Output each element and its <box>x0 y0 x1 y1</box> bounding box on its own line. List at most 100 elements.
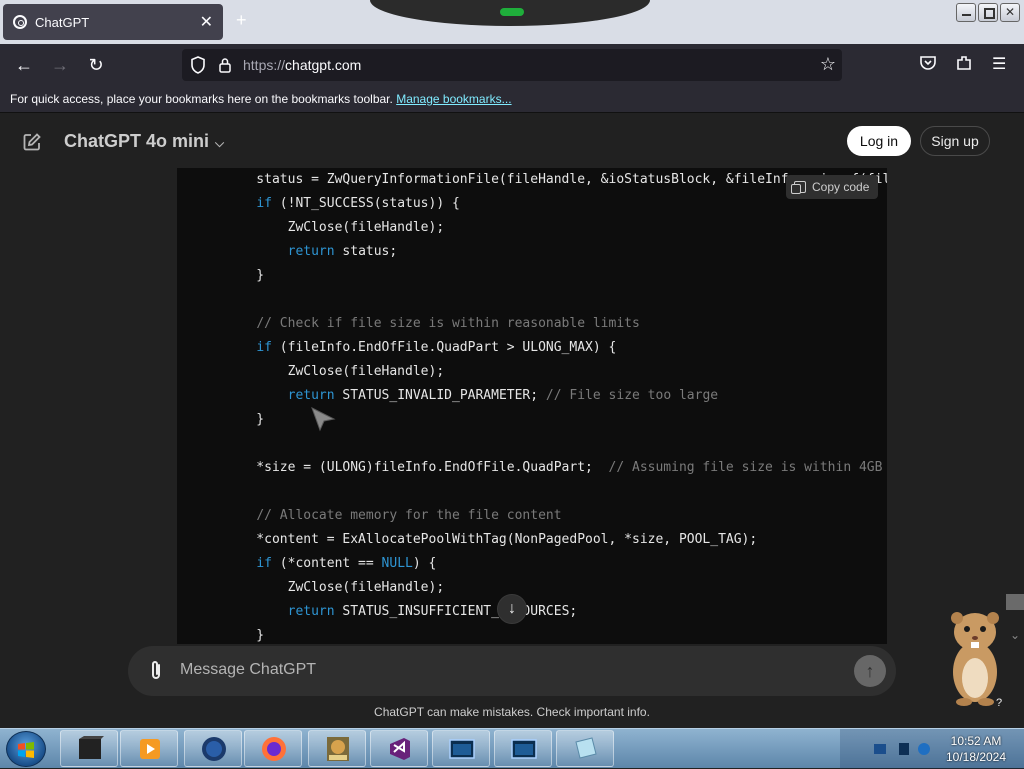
tab-close-icon[interactable]: ✕ <box>200 12 213 32</box>
code-text: status; <box>334 244 398 259</box>
extensions-icon[interactable] <box>955 54 973 72</box>
taskbar-game-box-app[interactable] <box>308 730 366 767</box>
start-button[interactable] <box>6 731 46 767</box>
back-arrow-icon[interactable]: ← <box>11 53 37 77</box>
model-selector[interactable]: ChatGPT 4o mini ⌵ <box>64 131 224 152</box>
code-line: return status; <box>225 240 887 264</box>
code-keyword: return <box>287 604 335 619</box>
browser-tab-strip: ChatGPT ✕ + <box>0 0 1024 44</box>
code-line: // Check if file size is within reasonab… <box>225 312 887 336</box>
code-line: return STATUS_INVALID_PARAMETER; // File… <box>225 384 887 408</box>
code-comment: // Allocate memory for the file content <box>256 508 562 523</box>
disclaimer-text: ChatGPT can make mistakes. Check importa… <box>374 705 650 719</box>
login-button[interactable]: Log in <box>847 126 911 156</box>
window-icon <box>449 739 475 759</box>
close-window-button[interactable] <box>1000 3 1020 22</box>
chevron-down-icon: ⌵ <box>215 136 225 150</box>
code-text: STATUS_INVALID_PARAMETER; <box>334 388 546 403</box>
bookmarks-hint: For quick access, place your bookmarks h… <box>10 92 393 106</box>
terminal-icon <box>79 736 104 759</box>
code-line: } <box>225 624 887 644</box>
code-text: (!NT_SUCCESS(status)) { <box>271 196 460 211</box>
mouse-cursor-icon <box>311 406 336 432</box>
reload-icon[interactable]: ↻ <box>83 53 109 77</box>
maximize-button[interactable] <box>978 3 998 22</box>
scroll-to-bottom-button[interactable]: ↓ <box>497 594 527 624</box>
navigation-toolbar: ← → ↻ https://chatgpt.com ☆ ☰ <box>0 44 1024 86</box>
browser-tab[interactable]: ChatGPT ✕ <box>3 4 223 40</box>
code-keyword: NULL <box>381 556 413 571</box>
taskbar-notes-app[interactable] <box>556 730 614 767</box>
taskbar-media-player-app[interactable] <box>120 730 178 767</box>
copy-code-button[interactable]: Copy code <box>786 175 878 199</box>
pocket-icon[interactable] <box>919 54 937 72</box>
windows-logo-icon <box>18 742 34 758</box>
volume-icon[interactable] <box>896 741 912 757</box>
window-controls <box>956 3 1020 22</box>
chatgpt-header: ChatGPT 4o mini ⌵ Log in Sign up <box>0 114 1024 168</box>
tracking-shield-icon[interactable] <box>190 56 206 74</box>
send-button[interactable]: ↑ <box>854 655 886 687</box>
message-composer: ↑ <box>128 646 896 696</box>
taskbar-clock[interactable]: 10:52 AM 10/18/2024 <box>936 733 1016 765</box>
minimize-button[interactable] <box>956 3 976 22</box>
action-center-icon[interactable] <box>916 741 932 757</box>
code-line: ZwClose(fileHandle); <box>225 576 887 600</box>
new-chat-icon[interactable] <box>22 132 42 152</box>
manage-bookmarks-link[interactable]: Manage bookmarks... <box>396 92 511 106</box>
network-icon[interactable] <box>872 741 888 757</box>
taskbar-globe-app[interactable] <box>184 730 242 767</box>
url-host: chatgpt.com <box>285 57 362 73</box>
media-player-icon <box>140 739 160 759</box>
code-line: // Allocate memory for the file content <box>225 504 887 528</box>
code-block: status = ZwQueryInformationFile(fileHand… <box>177 168 887 644</box>
code-text: *content = ExAllocatePoolWithTag(NonPage… <box>225 532 758 547</box>
code-keyword: if <box>256 556 272 571</box>
code-text: } <box>225 412 265 427</box>
page-scrollbar-thumb[interactable] <box>1006 594 1024 610</box>
firefox-icon <box>262 737 286 761</box>
code-text: ZwClose(fileHandle); <box>225 220 445 235</box>
bookmark-star-icon[interactable]: ☆ <box>820 54 836 75</box>
taskbar-window-app-1[interactable] <box>432 730 490 767</box>
notch-indicator <box>500 8 524 16</box>
code-line: ZwClose(fileHandle); <box>225 360 887 384</box>
visual-studio-icon <box>390 738 410 760</box>
taskbar-visual-studio-app[interactable] <box>370 730 428 767</box>
attach-icon[interactable] <box>146 659 166 683</box>
message-input[interactable] <box>180 661 840 679</box>
code-text: } <box>225 628 265 643</box>
code-comment: // File size too large <box>545 388 719 403</box>
code-line: ZwClose(fileHandle); <box>225 216 887 240</box>
hamster-mascot-icon[interactable] <box>942 604 1008 708</box>
code-text: } <box>225 268 265 283</box>
forward-arrow-icon[interactable]: → <box>47 53 73 77</box>
address-bar[interactable]: https://chatgpt.com ☆ <box>182 49 842 81</box>
lock-icon[interactable] <box>218 57 232 73</box>
url-scheme: https:// <box>243 57 286 73</box>
signup-button[interactable]: Sign up <box>920 126 990 156</box>
help-icon[interactable]: ? <box>996 697 1002 709</box>
new-tab-icon[interactable]: + <box>236 10 247 31</box>
taskbar-firefox-app[interactable] <box>244 730 302 767</box>
menu-icon[interactable]: ☰ <box>992 54 1006 74</box>
scroll-chevron-down-icon[interactable]: ⌄ <box>1010 628 1020 642</box>
chatgpt-favicon-icon <box>13 15 27 29</box>
taskbar-window-app-2[interactable] <box>494 730 552 767</box>
globe-icon <box>202 737 226 761</box>
code-text: ) { <box>412 556 437 571</box>
notes-icon <box>575 737 597 759</box>
taskbar-terminal-app[interactable] <box>60 730 118 767</box>
code-text: ZwClose(fileHandle); <box>225 364 445 379</box>
clock-time: 10:52 AM <box>950 734 1002 748</box>
model-name: ChatGPT 4o mini <box>64 131 210 151</box>
bookmarks-toolbar: For quick access, place your bookmarks h… <box>0 86 1024 113</box>
code-line: *size = (ULONG)fileInfo.EndOfFile.QuadPa… <box>225 456 887 480</box>
